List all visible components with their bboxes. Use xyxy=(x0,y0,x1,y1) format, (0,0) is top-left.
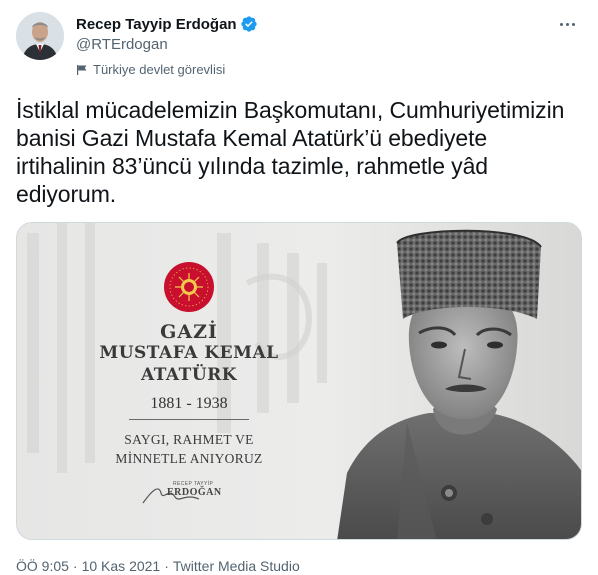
media-title-mustafa-kemal: MUSTAFA KEMAL xyxy=(99,343,279,363)
tweet-footer: ÖÖ 9:05 · 10 Kas 2021 · Twitter Media Studio xyxy=(16,557,300,575)
tweet-header: Recep Tayyip Erdoğan @RTErdogan Türkiye xyxy=(16,12,582,77)
footer-separator: · xyxy=(72,558,78,574)
media-tribute-line2: MİNNETLE ANIYORUZ xyxy=(115,451,263,466)
ataturk-portrait-image xyxy=(337,229,581,539)
tweet-source-link[interactable]: Twitter Media Studio xyxy=(173,558,300,574)
author-display-name[interactable]: Recep Tayyip Erdoğan xyxy=(76,16,237,33)
affiliation-label-row: Türkiye devlet görevlisi xyxy=(76,61,258,77)
author-block: Recep Tayyip Erdoğan @RTErdogan Türkiye xyxy=(76,14,258,77)
author-handle[interactable]: @RTErdogan xyxy=(76,35,258,55)
media-title-ataturk: ATATÜRK xyxy=(140,365,238,385)
media-years: 1881 - 1938 xyxy=(150,395,228,412)
tweet-date-link[interactable]: 10 Kas 2021 xyxy=(82,558,161,574)
more-options-icon xyxy=(559,22,563,26)
name-row: Recep Tayyip Erdoğan xyxy=(76,14,258,34)
media-title-gazi: GAZİ xyxy=(160,321,218,343)
presidential-seal-icon xyxy=(164,262,214,312)
avatar[interactable] xyxy=(16,12,64,60)
avatar-image xyxy=(16,12,64,60)
government-official-label: Türkiye devlet görevlisi xyxy=(93,61,226,77)
footer-separator-2: · xyxy=(164,558,169,574)
flag-icon xyxy=(76,63,88,75)
tweet-media-image[interactable]: GAZİ MUSTAFA KEMAL ATATÜRK 1881 - 1938 S… xyxy=(16,222,582,540)
tweet-time-link[interactable]: ÖÖ 9:05 xyxy=(16,558,69,574)
media-tribute-line1: SAYGI, RAHMET VE xyxy=(124,432,254,447)
signature-name: ERDOĞAN xyxy=(167,487,222,498)
more-options-button[interactable] xyxy=(552,14,582,34)
media-divider xyxy=(129,419,249,420)
verified-badge-icon xyxy=(240,15,258,33)
tweet-text: İstiklal mücadelemizin Başkomutanı, Cumh… xyxy=(16,97,565,207)
